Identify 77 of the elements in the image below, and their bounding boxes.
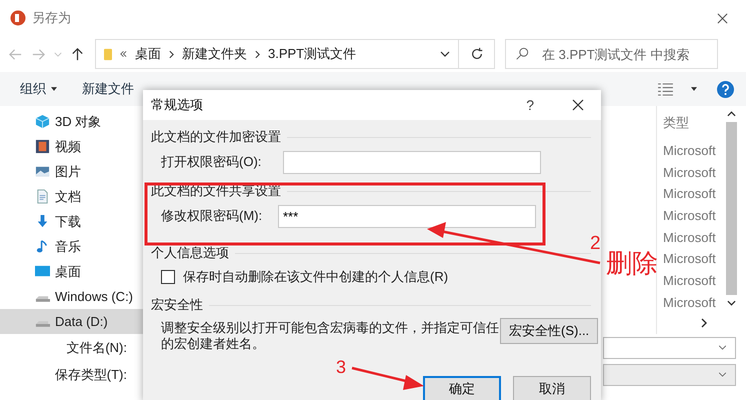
filename-label: 文件名(N): (65, 338, 127, 356)
download-icon (35, 214, 50, 229)
section-heading: 宏安全性 (151, 296, 203, 314)
file-type-cell-text: Microsoft (663, 228, 717, 247)
document-icon (35, 189, 50, 204)
up-icon[interactable] (70, 46, 85, 62)
scroll-down-icon[interactable] (727, 300, 736, 306)
refresh-button[interactable] (459, 39, 495, 69)
folder-icon (104, 46, 112, 62)
field-label: 打开权限密码(O): (161, 153, 262, 171)
drive-icon (35, 296, 50, 302)
scroll-up-icon[interactable] (727, 111, 736, 117)
chevron-right-icon[interactable] (701, 318, 707, 328)
close-icon[interactable] (572, 99, 584, 111)
file-type-cell-text: Microsoft (663, 207, 717, 226)
help-icon[interactable] (717, 80, 734, 98)
field-label: 修改权限密码(M): (161, 207, 264, 225)
filename-field[interactable] (603, 336, 736, 358)
caret-icon[interactable] (691, 87, 697, 91)
column-header[interactable]: 类型 (663, 106, 725, 140)
refresh-icon (470, 47, 484, 61)
film-icon (35, 139, 50, 154)
password-field[interactable]: *** (278, 204, 536, 228)
breadcrumb[interactable]: 桌面 (135, 45, 161, 63)
annotation-note: 删除 (606, 247, 658, 280)
step-number: 3 (336, 357, 346, 378)
sidebar-item[interactable]: 下载 (0, 209, 143, 234)
app-icon (10, 10, 26, 26)
sidebar-item[interactable]: 视频 (0, 134, 143, 159)
sidebar-item[interactable]: Data (D:) (0, 309, 143, 334)
dialog-title: 常规选项 (151, 96, 203, 114)
breadcrumb[interactable]: 新建文件夹 (182, 45, 247, 63)
file-type-cell-text: Microsoft (663, 185, 717, 204)
drive-icon (35, 320, 50, 326)
cube-icon (35, 114, 50, 129)
file-type-cell-text: Microsoft (663, 250, 717, 268)
file-type-cell-text: Microsoft (663, 164, 717, 182)
macro-description: 调整安全级别以打开可能包含宏病毒的文件，并指定可信任的宏创建者姓名。 (161, 320, 500, 352)
help-button[interactable]: ? (526, 97, 534, 113)
sidebar-item[interactable]: 音乐 (0, 234, 143, 259)
window-title: 另存为 (32, 9, 71, 27)
dropdown-icon[interactable] (440, 51, 450, 57)
view-icon[interactable] (658, 82, 673, 96)
sidebar-item[interactable]: 桌面 (0, 259, 143, 284)
section-heading: 个人信息选项 (151, 244, 229, 262)
caret-icon[interactable] (51, 87, 57, 91)
file-type-cell-text: Microsoft (663, 294, 717, 312)
section-heading: 此文档的文件加密设置 (151, 128, 281, 146)
search-icon (515, 47, 529, 61)
password-field[interactable] (283, 150, 541, 174)
file-type-cell-text: Microsoft (663, 142, 717, 160)
monitor-icon (35, 264, 50, 279)
search-field[interactable]: 在 3.PPT测试文件 中搜索 (505, 39, 718, 69)
sidebar-item[interactable]: 图片 (0, 159, 143, 184)
sidebar-item[interactable]: 3D 对象 (0, 109, 143, 134)
sidebar-item[interactable]: Windows (C:) (0, 284, 143, 309)
cancel-button[interactable]: 取消 (513, 376, 591, 400)
music-note-icon (35, 239, 50, 254)
macro-security-button[interactable]: 宏安全性(S)... (500, 318, 598, 344)
chevron-icon[interactable] (718, 372, 727, 377)
separator-icon (255, 50, 260, 58)
checkbox[interactable] (161, 270, 175, 284)
address-bar[interactable]: 桌面 新建文件夹 3.PPT测试文件 (95, 39, 459, 69)
step-number: 2 (590, 233, 601, 255)
close-icon[interactable] (717, 12, 728, 24)
picture-icon (35, 164, 50, 179)
breadcrumb[interactable]: 3.PPT测试文件 (268, 45, 356, 63)
sidebar-item[interactable]: 文档 (0, 184, 143, 209)
overflow-icon (120, 51, 127, 57)
file-type-cell-text: Microsoft (663, 272, 717, 290)
ok-button[interactable]: 确定 (423, 376, 501, 400)
chevron-icon[interactable] (718, 345, 727, 350)
checkbox-label[interactable]: 保存时自动删除在该文件中创建的个人信息(R) (183, 268, 448, 286)
file-type-label: 保存类型(T): (54, 366, 127, 384)
separator-icon (169, 50, 174, 58)
organize-menu[interactable]: 组织 (20, 80, 46, 98)
new-folder-button[interactable]: 新建文件 (82, 80, 134, 98)
